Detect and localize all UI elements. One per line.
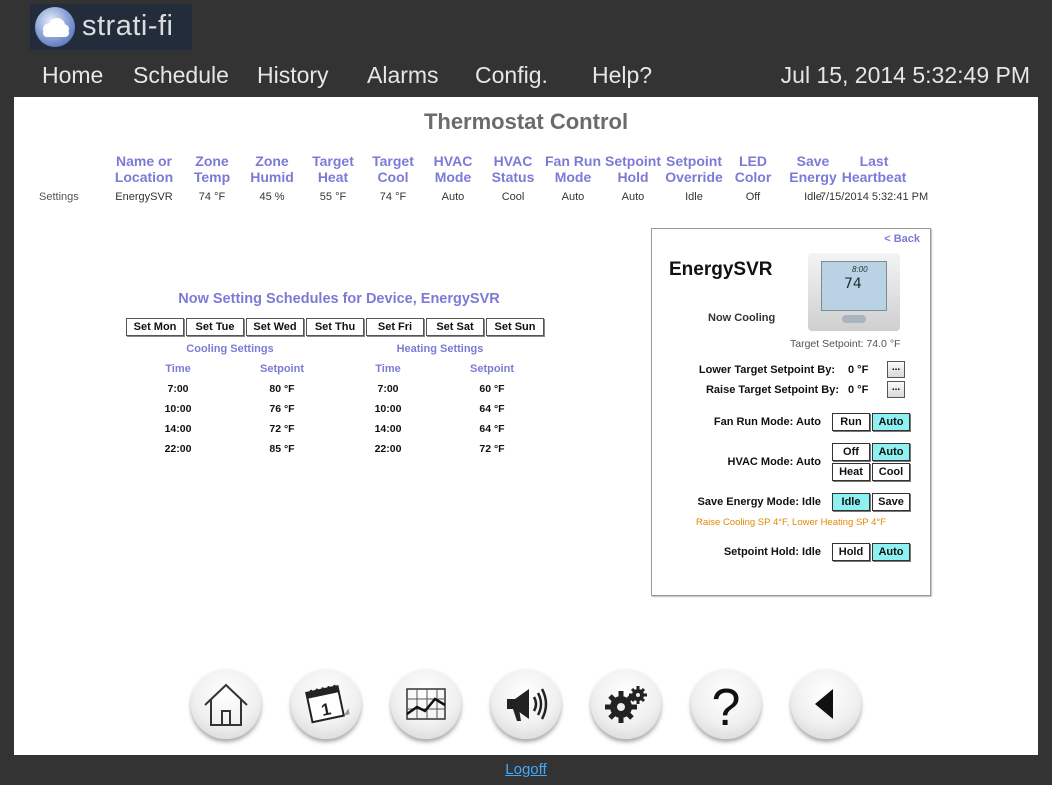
status-column-header: Name or Location (109, 153, 179, 185)
cooling-time-cell: 7:00 (167, 383, 189, 395)
logo-text: strati-fi (82, 10, 174, 42)
heating-setpoint-cell: 72 °F (479, 443, 505, 455)
cooling-time-cell: 22:00 (164, 443, 192, 455)
save-idle-button[interactable]: Idle (832, 493, 870, 511)
gears-icon[interactable] (591, 669, 661, 739)
hold-hold-button[interactable]: Hold (832, 543, 870, 561)
nav-alarms[interactable]: Alarms (367, 58, 439, 92)
cloud-icon (35, 7, 75, 47)
calendar-icon[interactable]: 1 (291, 669, 361, 739)
page-title: Thermostat Control (423, 109, 629, 134)
fan-mode-label: Fan Run Mode: Auto (713, 416, 821, 428)
lower-setpoint-label: Lower Target Setpoint By: (698, 364, 835, 376)
heating-time-cell: 7:00 (377, 383, 399, 395)
header-line-2: Energy (789, 169, 837, 185)
app-logo[interactable]: strati-fi (30, 4, 192, 50)
cooling-time-cell: 14:00 (164, 423, 192, 435)
header-line-2: Hold (617, 169, 649, 185)
header-line-1: Name or (115, 153, 173, 169)
help-icon[interactable]: ? (691, 669, 761, 739)
main-panel: Thermostat Control Name or Location Energy… (14, 97, 1038, 755)
hvac-auto-button[interactable]: Auto (872, 443, 910, 461)
header-line-1: Setpoint (605, 153, 661, 169)
day-button[interactable]: Set Tue (186, 318, 244, 336)
day-button[interactable]: Set Thu (306, 318, 364, 336)
setpoint-hold-label: Setpoint Hold: Idle (723, 546, 821, 558)
device-name: EnergySVR (669, 259, 773, 280)
logoff-link[interactable]: Logoff (0, 761, 1052, 778)
thermostat-screen: 8:00 74 (821, 261, 887, 311)
settings-row-label: Settings (39, 191, 79, 203)
heating-time-cell: 22:00 (374, 443, 402, 455)
header-line-1: Zone (255, 153, 289, 169)
header-line-2: Heartbeat (841, 169, 907, 185)
nav-history[interactable]: History (257, 58, 329, 92)
fan-run-button[interactable]: Run (832, 413, 870, 431)
svg-text:?: ? (712, 679, 741, 737)
heating-time-header: Time (375, 363, 401, 375)
status-column-header: Save Energy (778, 153, 848, 185)
cooling-setpoint-cell: 76 °F (269, 403, 295, 415)
status-column-header: Zone Humid (237, 153, 307, 185)
day-button[interactable]: Set Sat (426, 318, 484, 336)
cooling-setpoint-header: Setpoint (260, 363, 304, 375)
hvac-heat-button[interactable]: Heat (832, 463, 870, 481)
header-line-1: Save (796, 153, 830, 169)
thermostat-temp: 74 (844, 276, 862, 292)
home-icon[interactable] (191, 669, 261, 739)
cooling-setpoint-cell: 80 °F (269, 383, 295, 395)
target-setpoint: Target Setpoint: 74.0 °F (790, 338, 901, 350)
heating-setpoint-cell: 60 °F (479, 383, 505, 395)
device-status: Now Cooling (708, 312, 776, 324)
lower-setpoint-button[interactable]: ... (887, 361, 905, 378)
hold-auto-button[interactable]: Auto (872, 543, 910, 561)
heating-setpoint-header: Setpoint (470, 363, 514, 375)
day-button[interactable]: Set Wed (246, 318, 304, 336)
day-button[interactable]: Set Fri (366, 318, 424, 336)
save-energy-note: Raise Cooling SP 4°F, Lower Heating SP 4… (696, 517, 886, 528)
hvac-cool-button[interactable]: Cool (872, 463, 910, 481)
nav-config[interactable]: Config. (475, 58, 548, 92)
nav-home[interactable]: Home (42, 58, 103, 92)
back-link[interactable]: < Back (884, 233, 920, 245)
save-save-button[interactable]: Save (872, 493, 910, 511)
chart-icon[interactable] (391, 669, 461, 739)
cooling-setpoint-cell: 72 °F (269, 423, 295, 435)
heating-settings-label: Heating Settings (396, 343, 484, 355)
raise-setpoint-value: 0 °F (848, 384, 869, 396)
schedule-title: Now Setting Schedules for Device, Energy… (178, 291, 500, 307)
status-column-header: Setpoint Hold (598, 153, 668, 185)
back-icon[interactable] (791, 669, 861, 739)
nav-help[interactable]: Help? (592, 58, 652, 92)
nav-schedule[interactable]: Schedule (133, 58, 229, 92)
status-column-header: Last Heartbeat (839, 153, 909, 185)
device-panel: < Back EnergySVR Now Cooling 8:00 74 Tar… (651, 228, 931, 596)
raise-setpoint-label: Raise Target Setpoint By: (705, 384, 839, 396)
cooling-time-cell: 10:00 (164, 403, 192, 415)
cooling-time-header: Time (165, 363, 191, 375)
lower-setpoint-value: 0 °F (848, 364, 869, 376)
thermostat-time: 8:00 (852, 265, 868, 274)
heating-setpoint-cell: 64 °F (479, 423, 505, 435)
header-line-2: Location (114, 169, 174, 185)
heating-time-cell: 14:00 (374, 423, 402, 435)
raise-setpoint-button[interactable]: ... (887, 381, 905, 398)
header-line-1: Last (859, 153, 889, 169)
current-datetime: Jul 15, 2014 5:32:49 PM (780, 62, 1030, 88)
cooling-setpoint-cell: 85 °F (269, 443, 295, 455)
hvac-off-button[interactable]: Off (832, 443, 870, 461)
cooling-settings-label: Cooling Settings (186, 343, 274, 355)
thermostat-buttons (842, 315, 866, 323)
header-line-2: Humid (250, 169, 294, 185)
status-cell: 7/15/2014 5:32:41 PM (819, 191, 929, 203)
hvac-mode-label: HVAC Mode: Auto (727, 456, 821, 468)
thermostat-image: 8:00 74 (808, 253, 900, 331)
megaphone-icon[interactable] (491, 669, 561, 739)
day-button[interactable]: Set Sun (486, 318, 544, 336)
fan-auto-button[interactable]: Auto (872, 413, 910, 431)
heating-time-cell: 10:00 (374, 403, 402, 415)
save-energy-label: Save Energy Mode: Idle (697, 496, 821, 508)
heating-setpoint-cell: 64 °F (479, 403, 505, 415)
day-button[interactable]: Set Mon (126, 318, 184, 336)
